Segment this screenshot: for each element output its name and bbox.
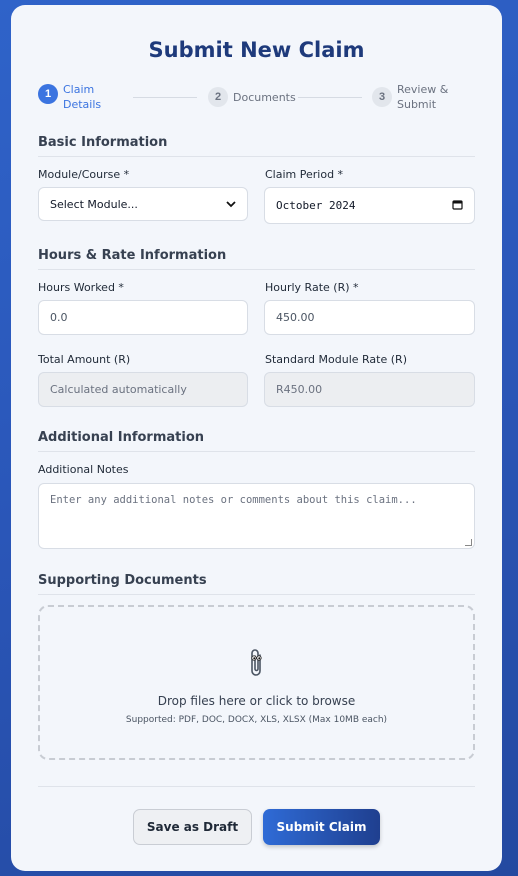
additional-notes-textarea[interactable]: Enter any additional notes or comments a…: [38, 483, 475, 549]
notes-placeholder: Enter any additional notes or comments a…: [50, 494, 417, 506]
step-claim-details[interactable]: 1 Claim Details: [38, 82, 105, 112]
dropzone-text: Drop files here or click to browse: [157, 694, 356, 708]
total-amount-field: Calculated automatically: [38, 372, 248, 407]
hourly-rate-label: Hourly Rate (R) *: [265, 281, 359, 294]
module-select-value: Select Module...: [50, 197, 138, 211]
dropzone-supported-formats: Supported: PDF, DOC, DOCX, XLS, XLSX (Ma…: [125, 715, 388, 725]
standard-rate-field: R450.00: [264, 372, 475, 407]
step-documents[interactable]: 2 Documents: [208, 87, 296, 107]
hours-worked-label: Hours Worked *: [38, 281, 124, 294]
step-connector: [133, 97, 197, 98]
claim-period-value: October 2024: [276, 199, 356, 212]
step-label: Claim Details: [63, 83, 102, 111]
hourly-rate-input[interactable]: 450.00: [264, 300, 475, 335]
file-dropzone[interactable]: Drop files here or click to browse Suppo…: [38, 605, 475, 760]
standard-rate-label: Standard Module Rate (R): [265, 353, 407, 366]
claim-period-label: Claim Period *: [265, 168, 344, 181]
chevron-down-icon: [226, 198, 236, 211]
paperclip-icon: [40, 647, 473, 684]
step-number: 2: [208, 87, 228, 107]
step-number: 1: [38, 84, 58, 104]
step-review-submit[interactable]: 3 Review & Submit: [372, 82, 453, 112]
page-title: Submit New Claim: [148, 38, 365, 62]
claim-form-card: Submit New Claim 1 Claim Details 2 Docum…: [11, 5, 502, 871]
section-basic-information: Basic Information: [38, 135, 475, 157]
module-label: Module/Course *: [38, 168, 130, 181]
total-amount-label: Total Amount (R): [38, 353, 131, 366]
section-additional-information: Additional Information: [38, 430, 475, 452]
form-divider: [38, 786, 475, 787]
calendar-icon[interactable]: [452, 199, 463, 213]
step-connector: [298, 97, 362, 98]
section-supporting-documents: Supporting Documents: [38, 573, 475, 595]
step-number: 3: [372, 87, 392, 107]
submit-claim-button[interactable]: Submit Claim: [263, 809, 380, 845]
section-hours-rate: Hours & Rate Information: [38, 248, 475, 270]
module-select[interactable]: Select Module...: [38, 187, 248, 221]
step-label: Review & Submit: [397, 83, 449, 111]
resize-handle[interactable]: [465, 539, 472, 546]
additional-notes-label: Additional Notes: [38, 463, 129, 476]
claim-period-input[interactable]: October 2024: [264, 187, 475, 224]
save-draft-button[interactable]: Save as Draft: [133, 809, 252, 845]
step-label: Documents: [233, 91, 296, 104]
hours-worked-input[interactable]: 0.0: [38, 300, 248, 335]
